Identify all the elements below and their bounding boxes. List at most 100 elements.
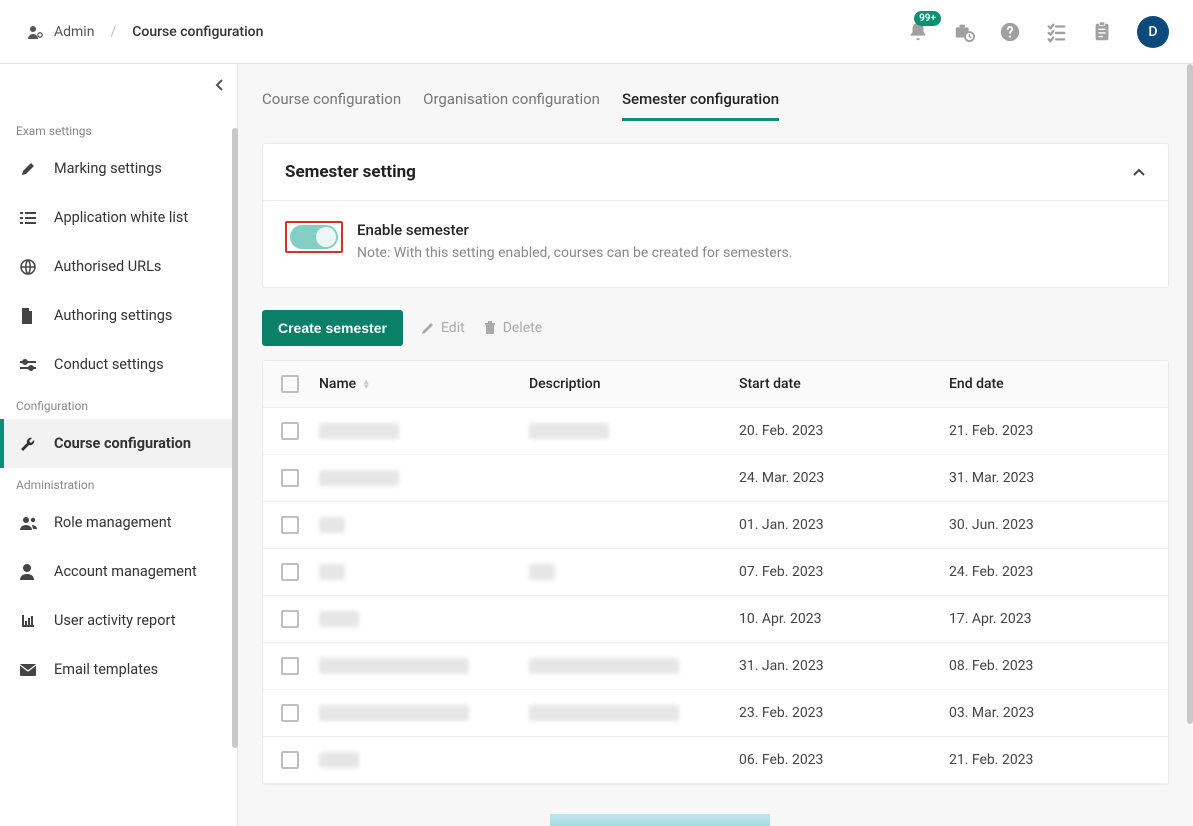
col-description[interactable]: Description bbox=[529, 376, 739, 392]
sidebar-item-email-templates[interactable]: Email templates bbox=[0, 645, 237, 694]
tab-semester-configuration[interactable]: Semester configuration bbox=[622, 90, 779, 121]
sidebar-item-course-configuration[interactable]: Course configuration bbox=[0, 419, 237, 468]
blurred-name bbox=[319, 423, 399, 439]
users-icon bbox=[20, 516, 38, 530]
tab-organisation-configuration[interactable]: Organisation configuration bbox=[423, 90, 600, 121]
bell-icon[interactable]: 99+ bbox=[907, 21, 929, 43]
chevron-up-icon bbox=[1132, 167, 1146, 177]
breadcrumb-root[interactable]: Admin bbox=[54, 24, 94, 40]
blurred-description bbox=[529, 705, 679, 721]
toggle-label: Enable semester bbox=[357, 221, 792, 239]
sidebar-item-authorised-urls[interactable]: Authorised URLs bbox=[0, 242, 237, 291]
partial-element bbox=[550, 814, 770, 826]
file-icon bbox=[20, 308, 38, 324]
avatar[interactable]: D bbox=[1137, 16, 1169, 48]
table-row[interactable]: 31. Jan. 202308. Feb. 2023 bbox=[263, 643, 1168, 690]
table-row[interactable]: 23. Feb. 202303. Mar. 2023 bbox=[263, 690, 1168, 737]
sidebar-item-account-management[interactable]: Account management bbox=[0, 547, 237, 596]
page-scrollbar[interactable] bbox=[1187, 64, 1193, 724]
row-checkbox[interactable] bbox=[281, 563, 299, 581]
create-semester-button[interactable]: Create semester bbox=[262, 310, 403, 346]
chart-icon bbox=[20, 613, 38, 629]
main-content: Course configuration Organisation config… bbox=[238, 64, 1193, 826]
table-row[interactable]: 24. Mar. 202331. Mar. 2023 bbox=[263, 455, 1168, 502]
enable-semester-toggle[interactable] bbox=[290, 225, 338, 249]
sidebar-item-conduct-settings[interactable]: Conduct settings bbox=[0, 340, 237, 389]
tasks-icon[interactable] bbox=[1045, 21, 1067, 43]
user-icon bbox=[20, 564, 38, 580]
end-date: 21. Feb. 2023 bbox=[949, 423, 1168, 439]
user-cog-icon bbox=[28, 25, 44, 39]
table-row[interactable]: 07. Feb. 202324. Feb. 2023 bbox=[263, 549, 1168, 596]
blurred-description bbox=[529, 564, 555, 580]
start-date: 06. Feb. 2023 bbox=[739, 752, 949, 768]
sort-icon: ▲▼ bbox=[362, 379, 370, 389]
start-date: 23. Feb. 2023 bbox=[739, 705, 949, 721]
envelope-icon bbox=[20, 664, 38, 676]
start-date: 07. Feb. 2023 bbox=[739, 564, 949, 580]
tabs: Course configuration Organisation config… bbox=[262, 90, 1169, 121]
row-checkbox[interactable] bbox=[281, 751, 299, 769]
briefcase-clock-icon[interactable] bbox=[953, 21, 975, 43]
col-name[interactable]: Name ▲▼ bbox=[319, 376, 529, 392]
row-checkbox[interactable] bbox=[281, 516, 299, 534]
end-date: 03. Mar. 2023 bbox=[949, 705, 1168, 721]
delete-button[interactable]: Delete bbox=[483, 320, 542, 336]
end-date: 17. Apr. 2023 bbox=[949, 611, 1168, 627]
highlight-box bbox=[285, 221, 343, 253]
sidebar-section-administration: Administration bbox=[0, 468, 237, 498]
col-start-date[interactable]: Start date bbox=[739, 376, 949, 392]
table-header: Name ▲▼ Description Start date End date bbox=[263, 361, 1168, 408]
header-actions: 99+ D bbox=[907, 16, 1169, 48]
action-bar: Create semester Edit Delete bbox=[262, 310, 1169, 346]
row-checkbox[interactable] bbox=[281, 704, 299, 722]
blurred-name bbox=[319, 517, 345, 533]
end-date: 31. Mar. 2023 bbox=[949, 470, 1168, 486]
row-checkbox[interactable] bbox=[281, 657, 299, 675]
sidebar-item-user-activity-report[interactable]: User activity report bbox=[0, 596, 237, 645]
start-date: 01. Jan. 2023 bbox=[739, 517, 949, 533]
help-icon[interactable] bbox=[999, 21, 1021, 43]
table-row[interactable]: 20. Feb. 202321. Feb. 2023 bbox=[263, 408, 1168, 455]
sidebar-section-configuration: Configuration bbox=[0, 389, 237, 419]
breadcrumb: Admin / Course configuration bbox=[28, 24, 263, 40]
select-all-checkbox[interactable] bbox=[281, 375, 299, 393]
sidebar-item-marking-settings[interactable]: Marking settings bbox=[0, 144, 237, 193]
top-header: Admin / Course configuration 99+ D bbox=[0, 0, 1193, 64]
start-date: 24. Mar. 2023 bbox=[739, 470, 949, 486]
table-row[interactable]: 06. Feb. 202321. Feb. 2023 bbox=[263, 737, 1168, 784]
sidebar-item-application-whitelist[interactable]: Application white list bbox=[0, 193, 237, 242]
row-checkbox[interactable] bbox=[281, 610, 299, 628]
end-date: 30. Jun. 2023 bbox=[949, 517, 1168, 533]
sidebar-item-role-management[interactable]: Role management bbox=[0, 498, 237, 547]
edit-button[interactable]: Edit bbox=[421, 320, 465, 336]
start-date: 31. Jan. 2023 bbox=[739, 658, 949, 674]
end-date: 08. Feb. 2023 bbox=[949, 658, 1168, 674]
tab-course-configuration[interactable]: Course configuration bbox=[262, 90, 401, 121]
table-row[interactable]: 10. Apr. 202317. Apr. 2023 bbox=[263, 596, 1168, 643]
blurred-name bbox=[319, 564, 345, 580]
row-checkbox[interactable] bbox=[281, 469, 299, 487]
col-end-date[interactable]: End date bbox=[949, 376, 1168, 392]
blurred-description bbox=[529, 658, 679, 674]
sliders-icon bbox=[20, 357, 38, 373]
table-row[interactable]: 01. Jan. 202330. Jun. 2023 bbox=[263, 502, 1168, 549]
wrench-icon bbox=[20, 436, 38, 452]
blurred-name bbox=[319, 611, 359, 627]
semester-setting-card: Semester setting Enable semester Note: W… bbox=[262, 143, 1169, 288]
sidebar-section-exam: Exam settings bbox=[0, 114, 237, 144]
blurred-name bbox=[319, 705, 469, 721]
sidebar-item-authoring-settings[interactable]: Authoring settings bbox=[0, 291, 237, 340]
row-checkbox[interactable] bbox=[281, 422, 299, 440]
blurred-name bbox=[319, 752, 359, 768]
breadcrumb-separator: / bbox=[110, 24, 116, 40]
start-date: 10. Apr. 2023 bbox=[739, 611, 949, 627]
blurred-name bbox=[319, 470, 399, 486]
clipboard-icon[interactable] bbox=[1091, 21, 1113, 43]
end-date: 21. Feb. 2023 bbox=[949, 752, 1168, 768]
card-header[interactable]: Semester setting bbox=[263, 144, 1168, 201]
card-title: Semester setting bbox=[285, 162, 416, 182]
sidebar-collapse-button[interactable] bbox=[215, 78, 225, 92]
blurred-name bbox=[319, 658, 469, 674]
list-icon bbox=[20, 210, 38, 226]
